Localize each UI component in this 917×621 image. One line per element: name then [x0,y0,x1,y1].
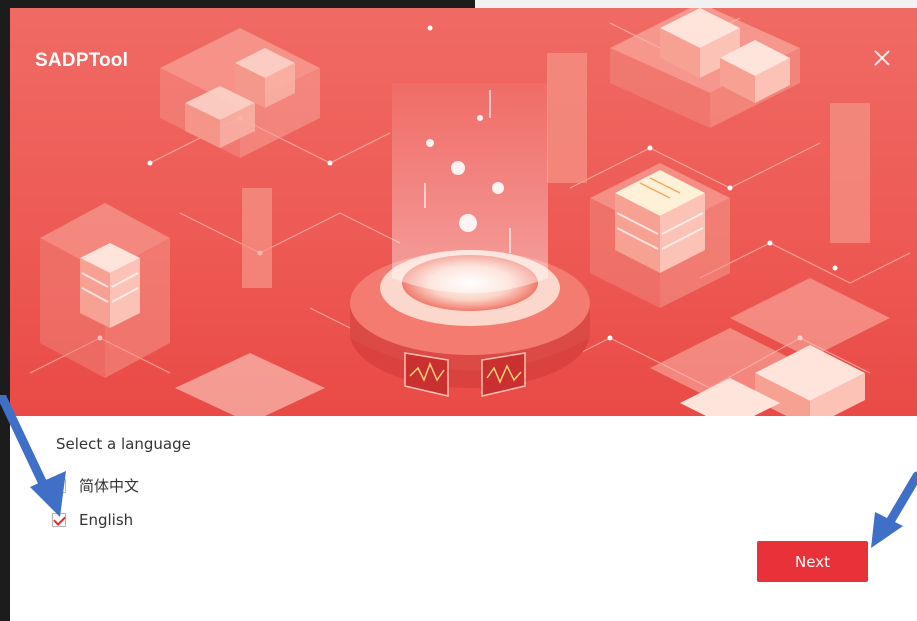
window-title: SADPTool [35,50,129,71]
isometric-illustration [29,8,911,416]
close-icon[interactable] [870,46,894,70]
language-option-label: 简体中文 [79,477,140,495]
language-option-label: English [79,511,134,529]
banner-illustration: SADPTool [10,8,917,416]
language-dialog: SADPTool Select a language [10,8,917,621]
arrow-annotation-icon [0,395,66,517]
screen-frame-top [0,0,475,8]
next-button[interactable]: Next [757,541,868,582]
screen-frame-top-right [475,0,917,8]
arrow-annotation-icon [871,471,917,548]
screen-frame-left [0,0,10,621]
